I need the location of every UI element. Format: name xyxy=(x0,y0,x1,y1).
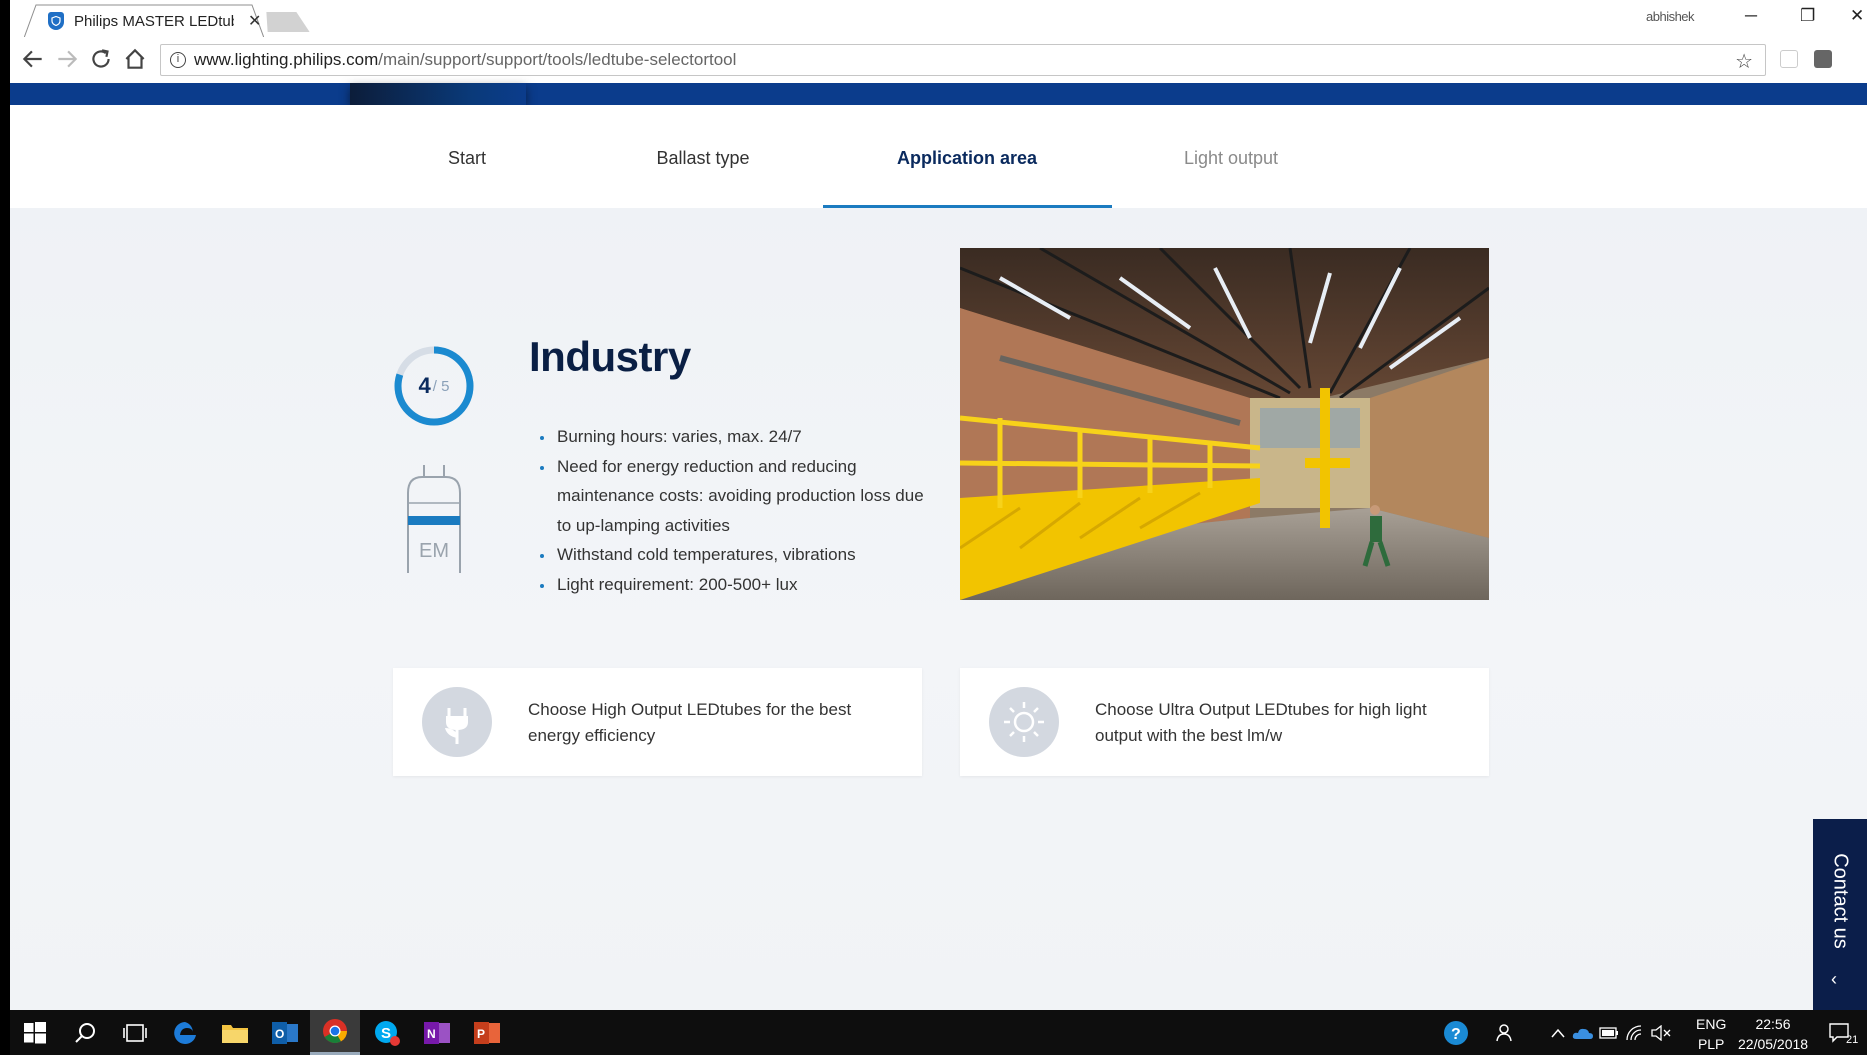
keyboard-layout: PLP xyxy=(1697,1036,1725,1052)
step-navigation: Start Ballast type Application area Ligh… xyxy=(10,105,1867,208)
input-language[interactable]: ENG PLP xyxy=(1696,1014,1726,1054)
search-icon[interactable] xyxy=(60,1010,110,1055)
progress-label: 4 / 5 xyxy=(393,345,475,427)
start-windows-icon[interactable] xyxy=(10,1010,60,1055)
progress-total: / 5 xyxy=(432,377,450,395)
step-ballast-type[interactable]: Ballast type xyxy=(656,148,749,169)
factory-hall-illustration xyxy=(960,248,1489,600)
onenote-icon[interactable]: N xyxy=(412,1010,462,1055)
ultra-output-card[interactable]: Choose Ultra Output LEDtubes for high li… xyxy=(960,668,1489,776)
clock-date: 22/05/2018 xyxy=(1738,1036,1809,1052)
bullet-item: Withstand cold temperatures, vibrations xyxy=(538,540,938,570)
url-text[interactable]: www.lighting.philips.com/main/support/su… xyxy=(194,50,736,70)
chevron-left-icon: ‹ xyxy=(1831,969,1837,989)
address-bar[interactable]: i www.lighting.philips.com/main/support/… xyxy=(160,44,1766,76)
tube-em-label: EM xyxy=(419,540,449,562)
svg-text:N: N xyxy=(427,1027,436,1041)
chrome-icon[interactable] xyxy=(310,1010,360,1055)
header-strip xyxy=(10,83,1867,105)
people-icon[interactable] xyxy=(1488,1010,1524,1055)
battery-icon[interactable] xyxy=(1596,1010,1622,1055)
step-light-output: Light output xyxy=(1183,148,1279,168)
card-text: Choose Ultra Output LEDtubes for high li… xyxy=(1095,700,1427,745)
bullet-item: Burning hours: varies, max. 24/7 xyxy=(538,422,938,452)
profile-name[interactable]: abhishek xyxy=(1646,9,1695,24)
active-step-indicator xyxy=(823,205,1112,208)
volume-muted-icon[interactable] xyxy=(1648,1010,1674,1055)
plug-leaf-icon xyxy=(422,687,492,757)
language-code: ENG xyxy=(1696,1016,1727,1032)
philips-shield-icon xyxy=(48,12,64,30)
onedrive-icon[interactable] xyxy=(1570,1010,1596,1055)
windows-taskbar: O S N P ? ENG PLP 22:56 22/05/2018 21 xyxy=(10,1010,1867,1055)
industry-photo xyxy=(960,248,1489,600)
notification-count: 21 xyxy=(1846,1034,1859,1046)
wifi-icon[interactable] xyxy=(1622,1010,1648,1055)
edge-browser-icon[interactable] xyxy=(160,1010,210,1055)
camera-extension-icon[interactable] xyxy=(1780,50,1798,68)
step-start[interactable]: Start xyxy=(448,148,486,169)
card-text: Choose High Output LEDtubes for the best… xyxy=(528,700,852,745)
extension-icon[interactable] xyxy=(1814,50,1832,68)
bullet-item: Light requirement: 200-500+ lux xyxy=(538,570,938,600)
svg-text:?: ? xyxy=(1451,1026,1461,1043)
high-output-card[interactable]: Choose High Output LEDtubes for the best… xyxy=(393,668,922,776)
outlook-icon[interactable]: O xyxy=(260,1010,310,1055)
site-info-icon[interactable]: i xyxy=(170,52,186,68)
home-icon[interactable] xyxy=(122,46,148,72)
system-clock[interactable]: 22:56 22/05/2018 xyxy=(1738,1014,1808,1054)
tab-bar: Philips MASTER LEDtube ✕ abhishek ─ ❐ ✕ xyxy=(10,0,1867,38)
task-view-icon[interactable] xyxy=(110,1010,160,1055)
reload-icon[interactable] xyxy=(88,46,114,72)
browser-window: Philips MASTER LEDtube ✕ abhishek ─ ❐ ✕ … xyxy=(10,0,1867,1010)
clock-time: 22:56 xyxy=(1755,1016,1791,1032)
contact-us-label: Contact us xyxy=(1829,853,1852,949)
help-icon[interactable]: ? xyxy=(1436,1010,1476,1055)
restore-icon[interactable]: ❐ xyxy=(1800,6,1815,26)
minimize-icon[interactable]: ─ xyxy=(1745,6,1757,26)
bookmark-star-icon[interactable]: ☆ xyxy=(1735,49,1753,74)
file-explorer-icon[interactable] xyxy=(210,1010,260,1055)
step-application-area[interactable]: Application area xyxy=(897,148,1037,169)
contact-us-button[interactable]: Contact us ‹ xyxy=(1813,819,1867,1010)
tab-active[interactable]: Philips MASTER LEDtube ✕ xyxy=(24,5,264,37)
application-bullets: Burning hours: varies, max. 24/7 Need fo… xyxy=(538,422,938,599)
header-tab-shadow xyxy=(350,83,526,105)
sun-icon xyxy=(989,687,1059,757)
tab-close-icon[interactable]: ✕ xyxy=(248,11,261,31)
application-title: Industry xyxy=(529,333,691,380)
browser-toolbar: i www.lighting.philips.com/main/support/… xyxy=(10,37,1867,83)
powerpoint-icon[interactable]: P xyxy=(462,1010,512,1055)
close-window-icon[interactable]: ✕ xyxy=(1850,6,1864,26)
chevron-up-icon[interactable] xyxy=(1546,1010,1570,1055)
new-tab-button[interactable] xyxy=(260,12,309,32)
progress-current: 4 xyxy=(418,373,431,398)
back-arrow-icon[interactable] xyxy=(20,46,46,72)
svg-text:O: O xyxy=(275,1027,284,1041)
skype-icon[interactable]: S xyxy=(362,1010,412,1055)
svg-text:S: S xyxy=(381,1025,391,1042)
forward-arrow-icon[interactable] xyxy=(54,46,80,72)
tab-title: Philips MASTER LEDtube xyxy=(74,12,234,30)
bullet-item: Need for energy reduction and reducing m… xyxy=(538,452,938,541)
notifications-icon[interactable]: 21 xyxy=(1820,1010,1860,1055)
page-content: Start Ballast type Application area Ligh… xyxy=(10,83,1867,1010)
svg-text:P: P xyxy=(477,1027,485,1041)
